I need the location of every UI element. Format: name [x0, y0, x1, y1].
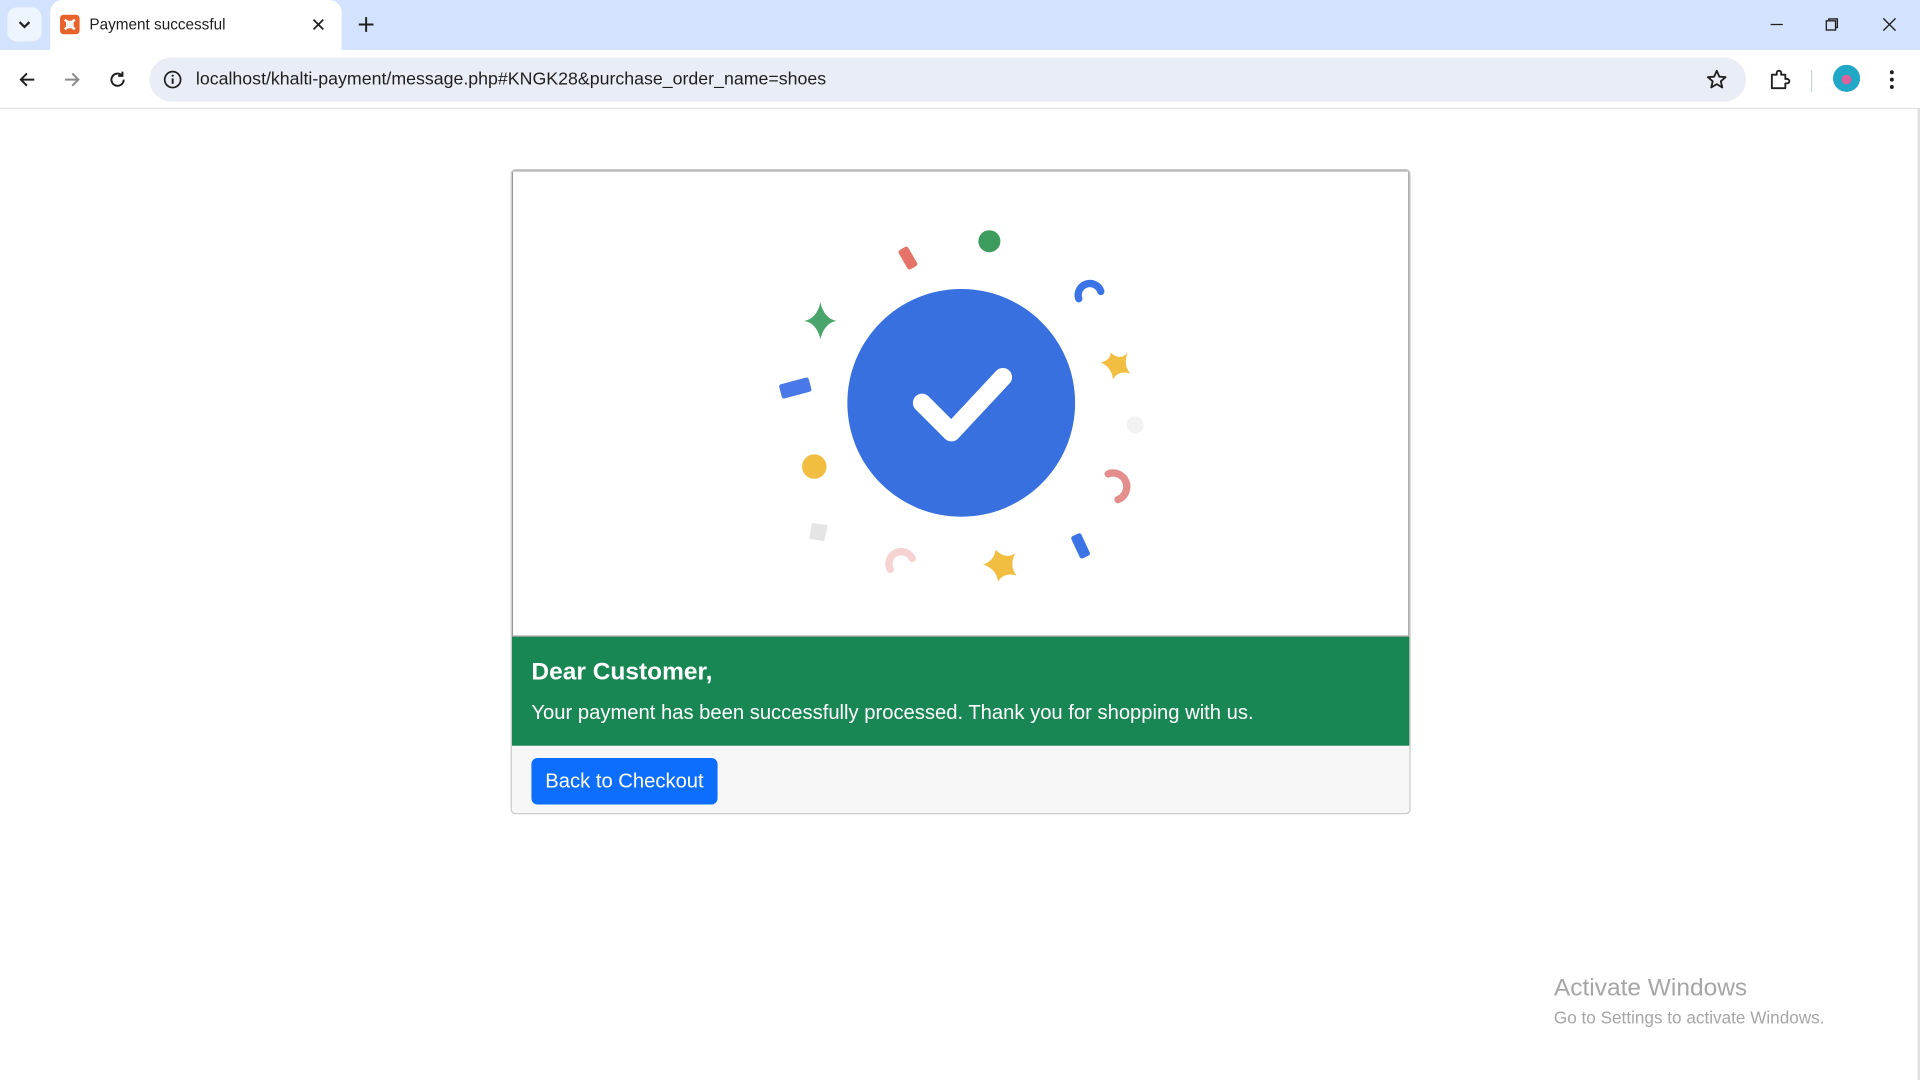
address-bar[interactable]: localhost/khalti-payment/message.php#KNG… [149, 57, 1747, 102]
tab-strip: Payment successful [0, 0, 1920, 51]
forward-arrow-icon [64, 72, 80, 87]
success-alert: Dear Customer, Your payment has been suc… [511, 636, 1410, 746]
info-icon[interactable] [162, 69, 184, 91]
xampp-favicon-icon [60, 14, 80, 35]
star-icon[interactable] [1705, 67, 1729, 91]
extensions-button[interactable] [1765, 64, 1797, 96]
toolbar-divider [1811, 69, 1813, 92]
tab-close-button[interactable] [307, 13, 329, 35]
chevron-down-icon [18, 21, 31, 29]
browser-window: Payment successful localhost/khalti-paym… [0, 0, 1920, 1080]
tab-search-button[interactable] [7, 7, 42, 42]
browser-toolbar: localhost/khalti-payment/message.php#KNG… [0, 50, 1920, 109]
page-content: Dear Customer, Your payment has been suc… [0, 108, 1920, 1080]
back-to-checkout-button[interactable]: Back to Checkout [531, 757, 718, 805]
window-close-button[interactable] [1872, 10, 1906, 39]
browser-menu-button[interactable] [1876, 64, 1908, 96]
tab-title: Payment successful [89, 15, 226, 34]
close-icon [1882, 17, 1897, 32]
reload-icon [110, 71, 125, 87]
minimize-button[interactable] [1760, 10, 1794, 39]
profile-avatar[interactable] [1833, 64, 1861, 92]
restore-icon [1825, 18, 1839, 31]
forward-button[interactable] [55, 62, 89, 96]
activate-windows-title: Activate Windows [1553, 974, 1748, 1002]
restore-button[interactable] [1815, 10, 1849, 39]
activate-windows-subtitle: Go to Settings to activate Windows. [1553, 1007, 1825, 1028]
back-arrow-icon [19, 72, 35, 87]
alert-heading: Dear Customer, [531, 658, 713, 686]
plus-icon [358, 17, 374, 32]
payment-card: Dear Customer, Your payment has been suc… [510, 168, 1411, 815]
avatar-icon [1833, 64, 1861, 92]
success-illustration [511, 170, 1410, 637]
puzzle-icon [1770, 69, 1791, 90]
url-text[interactable]: localhost/khalti-payment/message.php#KNG… [196, 70, 826, 90]
minimize-icon [1770, 23, 1783, 26]
back-button[interactable] [10, 62, 44, 96]
alert-message: Your payment has been successfully proce… [531, 701, 1254, 724]
kebab-menu-icon [1889, 70, 1894, 89]
success-checkmark-icon [779, 230, 1144, 582]
new-tab-button[interactable] [351, 10, 380, 39]
reload-button[interactable] [100, 62, 134, 96]
tab-payment-successful[interactable]: Payment successful [50, 0, 342, 51]
close-icon [312, 18, 324, 30]
